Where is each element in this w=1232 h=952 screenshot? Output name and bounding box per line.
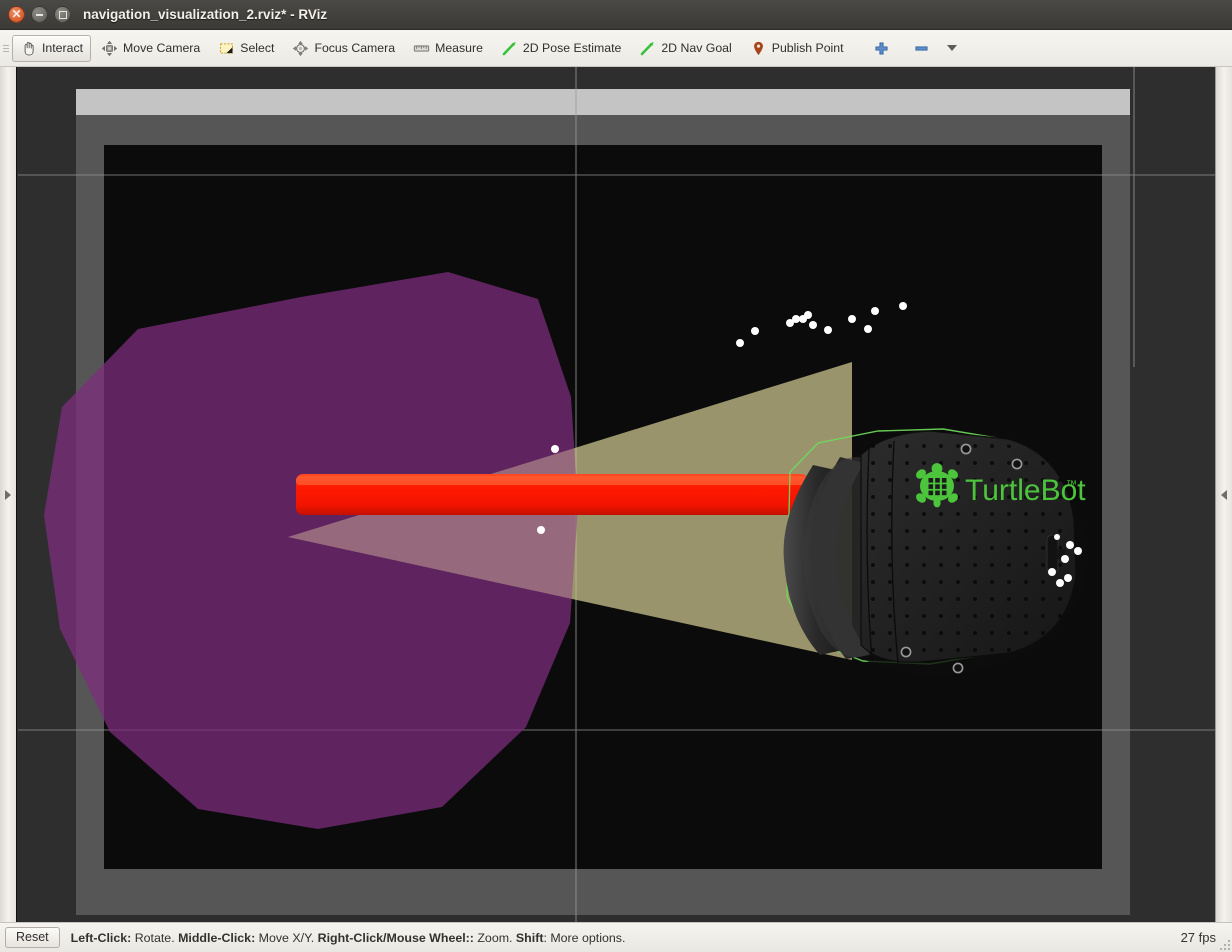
tool-interact[interactable]: Interact: [12, 34, 92, 62]
hand-cursor-icon: [24, 41, 34, 55]
triangle-right-icon: [5, 489, 11, 500]
tool-move-camera[interactable]: Move Camera: [93, 35, 208, 62]
main-area: TurtleBot ™: [0, 67, 1232, 922]
window-close-button[interactable]: ✕: [8, 6, 25, 23]
minus-icon: [914, 45, 928, 51]
selection-box-icon: [220, 42, 234, 54]
green-arrow-icon: [502, 41, 516, 55]
triangle-left-icon: [1221, 489, 1227, 500]
add-tool-button[interactable]: [865, 35, 903, 62]
minimize-icon: [36, 13, 43, 16]
focus-camera-icon: [293, 40, 309, 56]
tool-focus-camera-label: Focus Camera: [314, 41, 396, 55]
camera-hint-text: Left-Click: Rotate. Middle-Click: Move X…: [70, 930, 626, 945]
chevron-down-icon[interactable]: [946, 45, 957, 51]
turtle-shell-cells: [928, 478, 947, 496]
window-titlebar: ✕ navigation_visualization_2.rviz* - RVi…: [0, 0, 1232, 30]
tool-select-label: Select: [240, 41, 275, 55]
tool-2d-nav-goal[interactable]: 2D Nav Goal: [631, 35, 739, 62]
window-maximize-button[interactable]: [54, 6, 71, 23]
tool-2d-pose-estimate[interactable]: 2D Pose Estimate: [493, 35, 629, 62]
fps-indicator: 27 fps: [1180, 930, 1216, 945]
map-pin-icon: [753, 41, 763, 55]
rviz-3d-viewport[interactable]: TurtleBot ™: [18, 67, 1215, 922]
close-icon: ✕: [11, 7, 22, 21]
tool-2d-pose-estimate-label: 2D Pose Estimate: [522, 41, 622, 55]
tool-2d-nav-goal-label: 2D Nav Goal: [661, 41, 732, 55]
tool-measure-label: Measure: [435, 41, 483, 55]
remove-tool-button[interactable]: [905, 35, 965, 62]
tool-measure[interactable]: Measure: [405, 35, 491, 62]
tool-select[interactable]: Select: [210, 35, 282, 62]
window-title: navigation_visualization_2.rviz* - RViz: [83, 7, 328, 22]
plus-icon: [874, 41, 888, 55]
resize-grip-icon[interactable]: [1218, 938, 1230, 950]
status-bar: Reset Left-Click: Rotate. Middle-Click: …: [0, 922, 1232, 952]
pose-arrow-marker: [296, 474, 808, 515]
move-camera-icon: [101, 40, 118, 56]
turtlebot-logo-trademark: ™: [1066, 479, 1077, 491]
ruler-icon: [413, 45, 430, 51]
tool-interact-label: Interact: [42, 41, 84, 55]
main-toolbar: Interact Move Camera Select Focus Camera…: [0, 30, 1232, 67]
window-minimize-button[interactable]: [31, 6, 48, 23]
tool-publish-point[interactable]: Publish Point: [742, 35, 852, 62]
left-panel-collapse-handle[interactable]: [0, 67, 17, 922]
tool-focus-camera[interactable]: Focus Camera: [284, 35, 403, 62]
maximize-icon: [58, 10, 67, 19]
tool-move-camera-label: Move Camera: [123, 41, 201, 55]
right-panel-collapse-handle[interactable]: [1215, 67, 1232, 922]
rviz-scene: TurtleBot ™: [18, 67, 1215, 922]
green-arrow-icon: [641, 41, 655, 55]
tool-publish-point-label: Publish Point: [771, 41, 844, 55]
reset-button[interactable]: Reset: [5, 927, 60, 948]
toolbar-drag-handle[interactable]: [1, 30, 11, 67]
